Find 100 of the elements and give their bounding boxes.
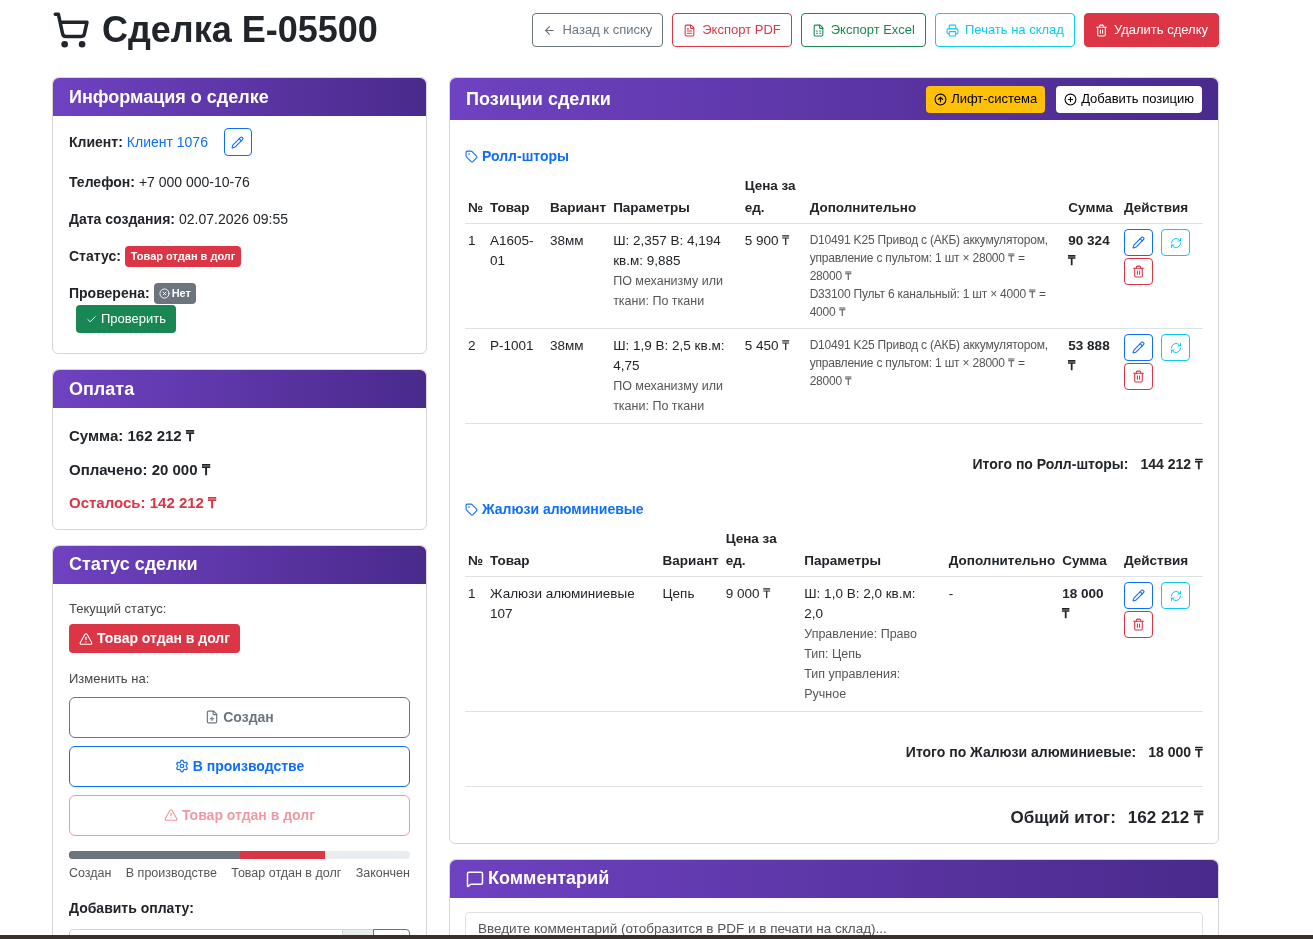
params-note: Управление: Право (804, 626, 919, 643)
client-link[interactable]: Клиент 1076 (126, 131, 208, 153)
trash-icon (1132, 370, 1145, 383)
trash-icon (1132, 618, 1145, 631)
grand-total-label: Общий итог: (1010, 807, 1116, 829)
column-header: Параметры (613, 200, 690, 215)
extra-item: D10491 K25 Привод с (АКБ) аккумулятором, управление с пультом: 1 шт × 28000 ₸ = 28000 ₸ (809, 232, 1049, 285)
comment-field[interactable]: Введите комментарий (отобразится в PDF и в печати на склад)... (465, 911, 1203, 935)
column-header: Сумма (1062, 553, 1107, 568)
plus-circle-icon (1064, 92, 1078, 106)
delete-button[interactable] (1124, 258, 1153, 285)
cross-circle-icon (158, 288, 170, 299)
column-header: Цена за ед. (725, 531, 777, 568)
verify-button[interactable]: Проверить (76, 305, 176, 333)
progress-step-label: В производстве (125, 864, 217, 882)
payment-sum: Сумма: 162 212 ₸ (69, 426, 196, 446)
header-button[interactable]: Назад к списку (532, 13, 664, 47)
warning-icon (163, 808, 178, 822)
table-cell: - (948, 586, 954, 601)
arrow-left-icon (543, 23, 557, 37)
tag-icon (465, 150, 478, 163)
printer-icon (946, 23, 959, 37)
header-button[interactable]: Экспорт Excel (800, 13, 926, 47)
add-position-button[interactable]: Добавить позицию (1056, 85, 1202, 113)
group-total-value: 144 212 ₸ (1140, 455, 1203, 474)
progress-step-label: Закончен (355, 864, 410, 882)
check-icon (86, 313, 97, 325)
status-option-button[interactable]: В производстве (69, 745, 410, 787)
trash-icon (1094, 23, 1108, 37)
column-header: Параметры (804, 553, 881, 568)
table-cell: 9 000 ₸ (725, 586, 771, 601)
pencil-icon (1132, 589, 1145, 602)
sum-cell: 90 324 ₸ (1068, 233, 1110, 268)
column-header: Товар (490, 200, 530, 215)
column-header: Товар (490, 553, 530, 568)
card-title: Информация о сделке (69, 85, 269, 109)
card-title: Комментарий (488, 867, 610, 890)
table-cell: 1 (468, 586, 476, 601)
delete-button[interactable] (1124, 363, 1153, 390)
column-header: Действия (1124, 200, 1189, 215)
column-header: № (468, 553, 484, 568)
table-cell: Жалюзи алюминиевые 107 (490, 586, 635, 621)
table-cell: 5 900 ₸ (744, 233, 790, 248)
status-badge: Товар отдан в долг (124, 246, 242, 267)
pencil-icon (1132, 236, 1145, 249)
payment-left: Осталось: 142 212 ₸ (69, 493, 218, 513)
status-option-button[interactable]: Создан (69, 696, 410, 738)
table-cell: 38мм (550, 233, 584, 248)
params-note: ПО механизму или ткани: По ткани (613, 378, 724, 415)
column-header: Дополнительно (809, 200, 917, 215)
progress-step-label: Товар отдан в долг (231, 864, 342, 882)
table-cell: 2 (468, 338, 476, 353)
params-text: Ш: 2,357 В: 4,194 кв.м: 9,885 (613, 232, 722, 270)
grand-total-value: 162 212 ₸ (1127, 807, 1203, 829)
edit-button[interactable] (1124, 229, 1153, 256)
card-title: Статус сделки (69, 553, 198, 576)
field-label: Статус: (69, 247, 121, 266)
payment-paid: Оплачено: 20 000 ₸ (69, 459, 212, 480)
field-label: Проверена: (69, 284, 150, 303)
column-header: Дополнительно (948, 553, 1056, 568)
file-plus-icon (205, 710, 220, 724)
field-label: Телефон: (69, 173, 135, 192)
phone-value: +7 000 000-10-76 (138, 173, 250, 192)
cart-icon (52, 11, 90, 49)
sum-cell: 18 000 ₸ (1062, 586, 1104, 621)
lift-system-button[interactable]: Лифт-система (926, 85, 1046, 113)
params-text: Ш: 1,0 В: 2,0 кв.м: 2,0 (804, 585, 917, 623)
verified-badge: Нет (153, 283, 196, 304)
extra-item: D33100 Пульт 6 канальный: 1 шт × 4000 ₸ = 4000 ₸ (809, 286, 1047, 321)
date-value: 02.07.2026 09:55 (179, 210, 288, 229)
table-cell: P-1001 (490, 338, 534, 353)
group-total-label: Итого по Ролл-шторы: (972, 455, 1129, 474)
edit-button[interactable] (1124, 582, 1153, 609)
add-payment-label: Добавить оплату: (69, 899, 195, 919)
current-status-badge: Товар отдан в долг (69, 624, 241, 653)
params-text: Ш: 1,9 В: 2,5 кв.м: 4,75 (613, 337, 726, 375)
params-note: Тип управления: Ручное (804, 666, 902, 703)
arrow-up-circle-icon (934, 92, 948, 106)
refresh-icon (1169, 341, 1182, 354)
refresh-icon (1169, 236, 1182, 249)
change-label: Изменить на: (69, 670, 151, 688)
edit-client-button[interactable] (223, 128, 252, 156)
params-note: ПО механизму или ткани: По ткани (613, 273, 724, 310)
table-cell: 1 (468, 233, 476, 248)
header-button[interactable]: Удалить сделку (1083, 13, 1219, 47)
progress-step-label: Создан (69, 864, 112, 882)
column-header: Вариант (662, 553, 719, 568)
refresh-icon (1169, 589, 1182, 602)
field-label: Клиент: (69, 132, 123, 152)
header-button[interactable]: Экспорт PDF (672, 13, 792, 47)
column-header: Цена за ед. (744, 178, 796, 215)
column-header: № (468, 200, 484, 215)
edit-button[interactable] (1124, 334, 1153, 361)
spreadsheet-icon (811, 23, 825, 37)
card-title: Позиции сделки (466, 87, 611, 111)
message-icon (466, 869, 484, 888)
table-cell: Цепь (662, 586, 695, 601)
card-title: Оплата (69, 377, 135, 401)
pencil-icon (231, 135, 245, 149)
delete-button[interactable] (1124, 611, 1153, 638)
